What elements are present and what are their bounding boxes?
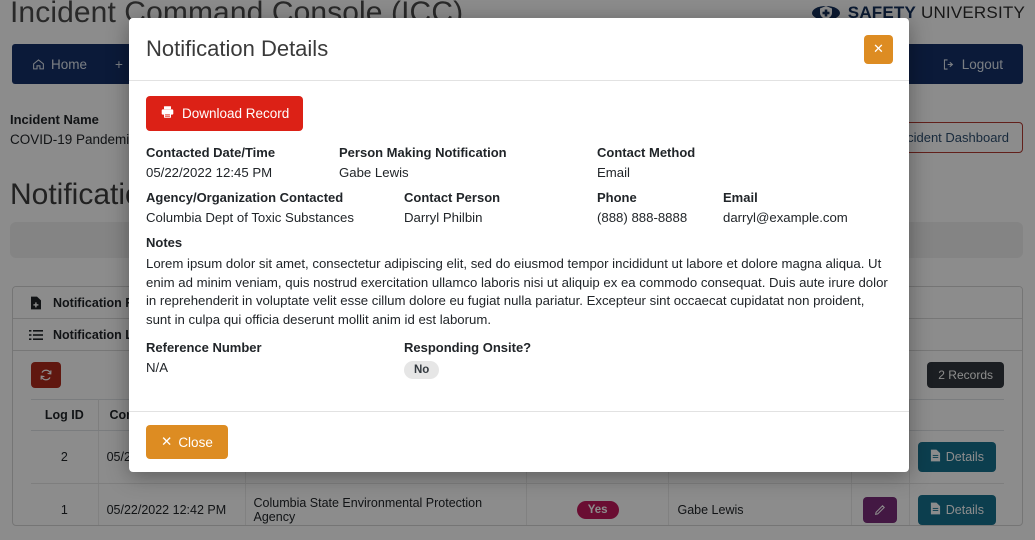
field-label: Person Making Notification [339,145,507,160]
field-label: Reference Number [146,339,262,355]
detail-row-2: Agency/Organization Contacted Columbia D… [146,190,892,225]
printer-icon [160,105,175,122]
field-responding-onsite: Responding Onsite? No [404,340,531,379]
field-contacted-datetime: Contacted Date/Time 05/22/2022 12:45 PM [146,145,339,180]
x-icon: ✕ [161,434,173,449]
field-contact-method: Contact Method Email [597,145,695,180]
field-label: Notes [146,235,183,250]
modal-body: Download Record Contacted Date/Time 05/2… [129,81,909,411]
field-person-making-notification: Person Making Notification Gabe Lewis [339,145,597,180]
field-value: Email [597,165,630,180]
field-value: Columbia Dept of Toxic Substances [146,210,354,225]
field-contact-person: Contact Person Darryl Philbin [404,190,597,225]
detail-row-1: Contacted Date/Time 05/22/2022 12:45 PM … [146,145,892,180]
download-record-button[interactable]: Download Record [146,96,304,131]
field-label: Agency/Organization Contacted [146,190,344,205]
field-label: Contact Person [404,190,501,205]
detail-row-3: Reference Number N/A Responding Onsite? … [146,340,892,379]
field-label: Contacted Date/Time [146,145,276,160]
screen: Incident Command Console (ICC) SAFETY UN… [0,0,1035,540]
field-email: Email darryl@example.com [723,190,848,225]
field-value: darryl@example.com [723,210,848,225]
detail-row-notes: Notes Lorem ipsum dolor sit amet, consec… [146,235,892,330]
modal-close-icon-button[interactable]: ✕ [864,34,893,64]
field-value: N/A [146,359,168,375]
notification-details-modal: Notification Details ✕ Download Record C… [129,18,909,472]
modal-close-button-label: Close [178,434,213,450]
field-reference-number: Reference Number N/A [146,340,404,379]
field-label: Email [723,190,758,205]
modal-footer: ✕ Close [129,411,909,472]
field-value: (888) 888-8888 [597,210,688,225]
field-phone: Phone (888) 888-8888 [597,190,723,225]
field-value: Lorem ipsum dolor sit amet, consectetur … [146,256,888,328]
field-value: Gabe Lewis [339,165,409,180]
field-label: Phone [597,190,637,205]
field-value: Darryl Philbin [404,210,483,225]
download-record-label: Download Record [182,106,290,121]
field-label: Responding Onsite? [404,339,532,355]
field-value: 05/22/2022 12:45 PM [146,165,273,180]
modal-title: Notification Details [146,36,329,61]
status-badge: No [404,360,440,379]
modal-header: Notification Details ✕ [129,18,909,81]
modal-close-button[interactable]: ✕ Close [146,425,228,459]
close-icon: ✕ [873,41,884,56]
field-agency-contacted: Agency/Organization Contacted Columbia D… [146,190,404,225]
field-notes: Notes Lorem ipsum dolor sit amet, consec… [146,235,892,330]
field-label: Contact Method [597,145,696,160]
